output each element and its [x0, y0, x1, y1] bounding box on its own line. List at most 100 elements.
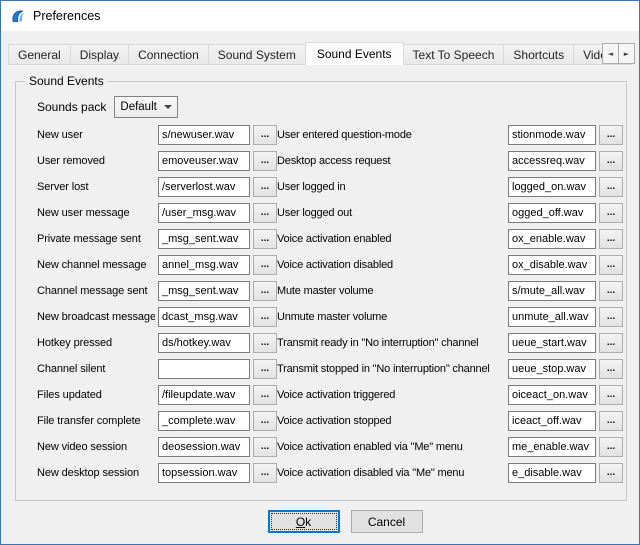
- sounds-pack-label: Sounds pack: [37, 100, 106, 114]
- sound-event-label: New broadcast message: [37, 311, 155, 323]
- sound-file-input[interactable]: [508, 307, 596, 327]
- sound-event-label: Channel message sent: [37, 285, 155, 297]
- sound-file-input[interactable]: [508, 203, 596, 223]
- sound-event-label: File transfer complete: [37, 415, 155, 427]
- browse-button[interactable]: ...: [599, 463, 623, 483]
- sound-event-row: User logged in ...: [277, 174, 623, 200]
- browse-button[interactable]: ...: [253, 255, 277, 275]
- browse-button[interactable]: ...: [253, 125, 277, 145]
- tab-general[interactable]: General: [8, 44, 71, 65]
- sound-event-row: New user message ...: [37, 200, 277, 226]
- browse-button[interactable]: ...: [253, 307, 277, 327]
- sound-event-row: Channel silent ...: [37, 356, 277, 382]
- sound-file-input[interactable]: [508, 437, 596, 457]
- tab-scroll-left-button[interactable]: ◄: [602, 43, 619, 64]
- sound-file-input[interactable]: [508, 125, 596, 145]
- sound-event-row: New video session ...: [37, 434, 277, 460]
- browse-button[interactable]: ...: [599, 281, 623, 301]
- browse-button[interactable]: ...: [253, 281, 277, 301]
- sound-event-label: New user: [37, 129, 155, 141]
- sound-event-row: Transmit ready in "No interruption" chan…: [277, 330, 623, 356]
- sound-file-input[interactable]: [158, 177, 250, 197]
- sound-file-input[interactable]: [508, 151, 596, 171]
- browse-button[interactable]: ...: [253, 229, 277, 249]
- cancel-button[interactable]: Cancel: [351, 510, 423, 533]
- sound-file-input[interactable]: [158, 385, 250, 405]
- sound-event-label: Mute master volume: [277, 285, 505, 297]
- sound-event-label: Channel silent: [37, 363, 155, 375]
- tab-shortcuts[interactable]: Shortcuts: [503, 44, 574, 65]
- sound-file-input[interactable]: [158, 437, 250, 457]
- browse-button[interactable]: ...: [253, 385, 277, 405]
- sound-event-label: Server lost: [37, 181, 155, 193]
- sound-event-label: Voice activation triggered: [277, 389, 505, 401]
- browse-button[interactable]: ...: [599, 333, 623, 353]
- sound-event-row: Files updated ...: [37, 382, 277, 408]
- browse-button[interactable]: ...: [599, 255, 623, 275]
- browse-button[interactable]: ...: [253, 203, 277, 223]
- sound-event-label: Files updated: [37, 389, 155, 401]
- browse-button[interactable]: ...: [599, 411, 623, 431]
- browse-button[interactable]: ...: [599, 203, 623, 223]
- sound-file-input[interactable]: [508, 463, 596, 483]
- tab-display[interactable]: Display: [70, 44, 129, 65]
- sound-event-label: Private message sent: [37, 233, 155, 245]
- sound-event-row: Hotkey pressed ...: [37, 330, 277, 356]
- browse-button[interactable]: ...: [599, 125, 623, 145]
- sound-event-row: Unmute master volume ...: [277, 304, 623, 330]
- sound-file-input[interactable]: [158, 333, 250, 353]
- browse-button[interactable]: ...: [599, 177, 623, 197]
- sound-event-row: Desktop access request ...: [277, 148, 623, 174]
- browse-button[interactable]: ...: [599, 229, 623, 249]
- sound-file-input[interactable]: [158, 281, 250, 301]
- sound-file-input[interactable]: [158, 307, 250, 327]
- tab-connection[interactable]: Connection: [128, 44, 209, 65]
- sound-event-label: User removed: [37, 155, 155, 167]
- tab-text-to-speech[interactable]: Text To Speech: [403, 44, 505, 65]
- ok-button[interactable]: Ok: [268, 510, 340, 533]
- browse-button[interactable]: ...: [253, 177, 277, 197]
- sound-event-label: Voice activation disabled via "Me" menu: [277, 467, 505, 479]
- sound-file-input[interactable]: [508, 255, 596, 275]
- tab-sound-system[interactable]: Sound System: [208, 44, 306, 65]
- sound-file-input[interactable]: [508, 281, 596, 301]
- sound-file-input[interactable]: [158, 411, 250, 431]
- sound-file-input[interactable]: [508, 177, 596, 197]
- browse-button[interactable]: ...: [599, 359, 623, 379]
- sound-event-row: New desktop session ...: [37, 460, 277, 486]
- sound-event-row: Mute master volume ...: [277, 278, 623, 304]
- tab-scroll-right-button[interactable]: ►: [618, 43, 635, 64]
- browse-button[interactable]: ...: [253, 411, 277, 431]
- sound-event-row: User entered question-mode ...: [277, 122, 623, 148]
- browse-button[interactable]: ...: [253, 151, 277, 171]
- sound-file-input[interactable]: [158, 229, 250, 249]
- browse-button[interactable]: ...: [599, 151, 623, 171]
- browse-button[interactable]: ...: [599, 307, 623, 327]
- sound-event-row: Voice activation enabled ...: [277, 226, 623, 252]
- browse-button[interactable]: ...: [253, 463, 277, 483]
- browse-button[interactable]: ...: [253, 437, 277, 457]
- sounds-pack-dropdown[interactable]: Default: [114, 96, 178, 118]
- sound-file-input[interactable]: [508, 359, 596, 379]
- sound-file-input[interactable]: [158, 255, 250, 275]
- sound-file-input[interactable]: [508, 229, 596, 249]
- sound-file-input[interactable]: [158, 359, 250, 379]
- tab-sound-events[interactable]: Sound Events: [305, 42, 404, 65]
- sound-file-input[interactable]: [508, 333, 596, 353]
- browse-button[interactable]: ...: [599, 385, 623, 405]
- window-title: Preferences: [33, 9, 100, 23]
- sound-file-input[interactable]: [158, 463, 250, 483]
- sound-event-label: New video session: [37, 441, 155, 453]
- sound-file-input[interactable]: [158, 151, 250, 171]
- sound-file-input[interactable]: [158, 125, 250, 145]
- sound-event-label: Voice activation enabled: [277, 233, 505, 245]
- sound-file-input[interactable]: [508, 385, 596, 405]
- browse-button[interactable]: ...: [253, 359, 277, 379]
- chevron-down-icon: [164, 105, 172, 109]
- sound-file-input[interactable]: [158, 203, 250, 223]
- browse-button[interactable]: ...: [599, 437, 623, 457]
- sound-file-input[interactable]: [508, 411, 596, 431]
- sound-event-row: Private message sent ...: [37, 226, 277, 252]
- sound-event-label: New desktop session: [37, 467, 155, 479]
- browse-button[interactable]: ...: [253, 333, 277, 353]
